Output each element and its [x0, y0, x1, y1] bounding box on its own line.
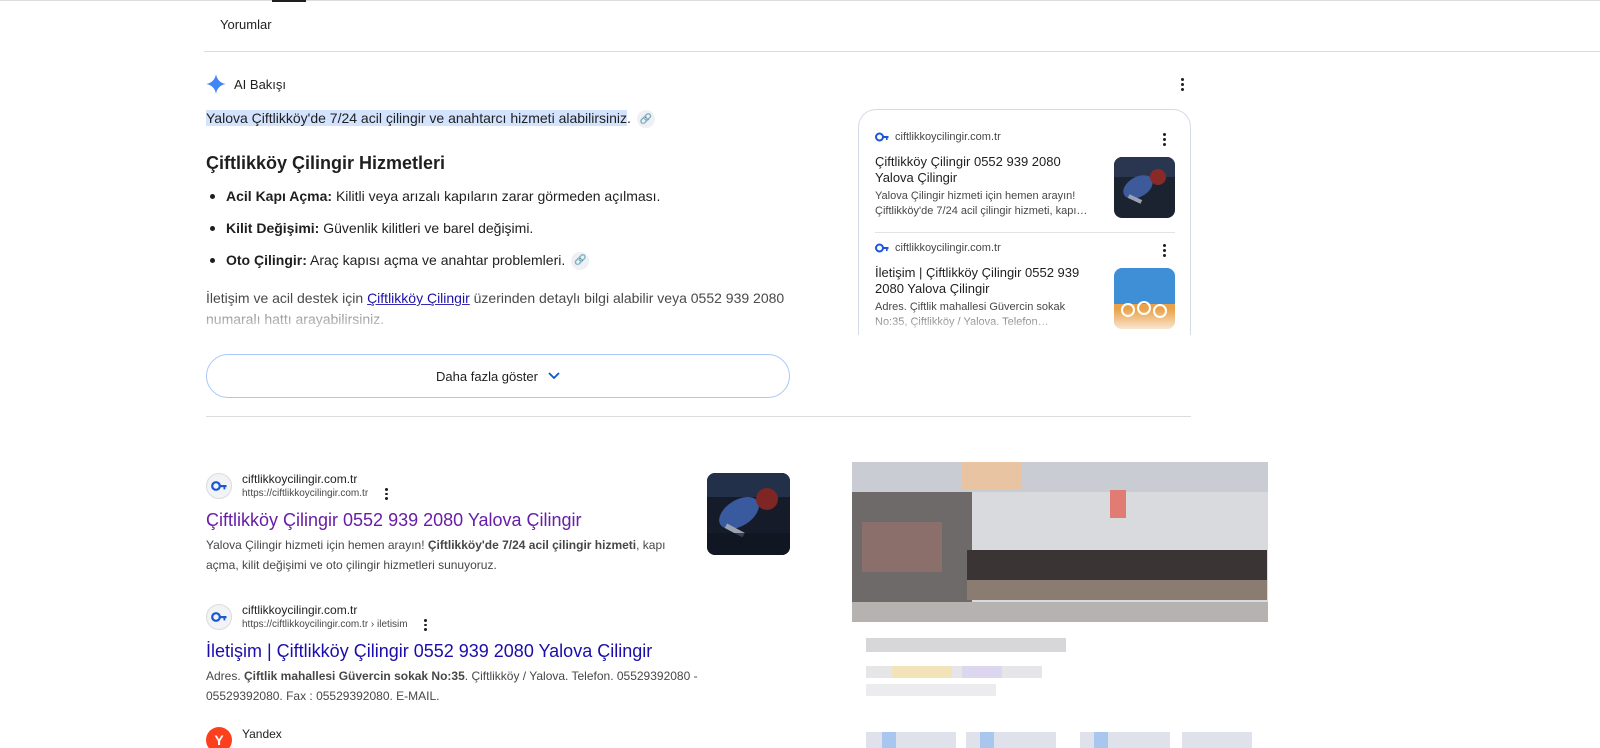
- bullet-label: Kilit Değişimi:: [226, 220, 320, 236]
- knowledge-panel-blurred-image: [852, 462, 1268, 748]
- bullet-label: Oto Çilingir:: [226, 252, 307, 268]
- result-menu-icon[interactable]: [422, 619, 430, 632]
- ai-intro-period: .: [627, 110, 631, 126]
- citation-link-icon[interactable]: 🔗: [571, 252, 590, 271]
- bullet-label: Acil Kapı Açma:: [226, 188, 333, 204]
- ai-overview-header: AI Bakışı: [206, 74, 286, 94]
- search-result: ciftlikkoycilingir.com.tr https://ciftli…: [206, 602, 796, 706]
- snippet-text: Yalova Çilingir hizmeti için hemen arayı…: [206, 538, 428, 552]
- citation-link-icon[interactable]: 🔗: [636, 110, 655, 129]
- sources-fade-overlay: [859, 309, 1190, 335]
- source-menu-icon[interactable]: [1159, 243, 1169, 257]
- ai-intro-text: Yalova Çiftlikköy'de 7/24 acil çilingir …: [206, 110, 655, 129]
- tabs-divider: [204, 51, 1600, 52]
- result-site-name: ciftlikkoycilingir.com.tr: [242, 472, 358, 486]
- snippet-bold: Çiftlik mahallesi Güvercin sokak No:35: [244, 669, 465, 683]
- list-item: Acil Kapı Açma: Kilitli veya arızalı kap…: [206, 186, 660, 218]
- bullet-text: Kilitli veya arızalı kapıların zarar gör…: [332, 188, 661, 204]
- source-snippet: Yalova Çilingir hizmeti için hemen arayı…: [875, 190, 1088, 217]
- key-favicon-icon: [875, 130, 889, 144]
- source-site: ciftlikkoycilingir.com.tr: [895, 242, 1001, 254]
- tab-reviews[interactable]: Yorumlar: [220, 17, 272, 32]
- chevron-down-icon: [548, 372, 560, 380]
- result-snippet: Yalova Çilingir hizmeti için hemen arayı…: [206, 535, 696, 575]
- source-site: ciftlikkoycilingir.com.tr: [895, 131, 1001, 143]
- ai-sources-card: ciftlikkoycilingir.com.tr Çiftlikköy Çil…: [858, 109, 1191, 335]
- ai-intro-highlight: Yalova Çiftlikköy'de 7/24 acil çilingir …: [206, 110, 628, 126]
- search-result-yandex: Y Yandex: [206, 727, 282, 748]
- result-site-name: ciftlikkoycilingir.com.tr: [242, 603, 358, 617]
- source-thumbnail-locksmith: [1114, 157, 1175, 218]
- key-favicon-icon: [875, 241, 889, 255]
- result-url: https://ciftlikkoycilingir.com.tr: [242, 488, 369, 499]
- bullet-text: Güvenlik kilitleri ve barel değişimi.: [319, 220, 534, 236]
- show-more-button[interactable]: Daha fazla göster: [206, 354, 790, 398]
- source-menu-icon[interactable]: [1159, 132, 1169, 146]
- pixelated-image-icon: [852, 462, 1268, 748]
- ai-bullet-list: Acil Kapı Açma: Kilitli veya arızalı kap…: [206, 186, 660, 282]
- ai-sparkle-icon: [206, 74, 226, 94]
- ai-overview-menu-icon[interactable]: [1174, 74, 1190, 94]
- ai-overview-label: AI Bakışı: [234, 76, 287, 92]
- result-thumbnail-locksmith[interactable]: [707, 473, 790, 555]
- key-favicon-icon: [206, 473, 232, 499]
- source-title: İletişim | Çiftlikköy Çilingir 0552 939 …: [875, 265, 1080, 296]
- show-more-label: Daha fazla göster: [436, 368, 538, 384]
- text-fade-overlay: [206, 300, 806, 332]
- top-divider: [0, 0, 1600, 1]
- active-tab-indicator: [272, 0, 306, 2]
- result-site-name: Yandex: [242, 727, 282, 741]
- source-title: Çiftlikköy Çilingir 0552 939 2080 Yalova…: [875, 154, 1061, 185]
- bullet-text: Araç kapısı açma ve anahtar problemleri.: [306, 252, 566, 268]
- result-url: https://ciftlikkoycilingir.com.tr › ilet…: [242, 619, 408, 630]
- result-menu-icon[interactable]: [382, 488, 390, 501]
- key-favicon-icon: [206, 604, 232, 630]
- source-divider: [875, 232, 1175, 233]
- list-item: Kilit Değişimi: Güvenlik kilitleri ve ba…: [206, 218, 660, 250]
- snippet-text: Adres.: [206, 669, 245, 683]
- list-item: Oto Çilingir: Araç kapısı açma ve anahta…: [206, 250, 660, 282]
- source-card-item[interactable]: ciftlikkoycilingir.com.tr Çiftlikköy Çil…: [875, 130, 1175, 219]
- snippet-bold: Çiftlikköy'de 7/24 acil çilingir hizmeti: [427, 538, 637, 552]
- result-snippet: Adres. Çiftlik mahallesi Güvercin sokak …: [206, 666, 736, 706]
- result-title-link[interactable]: İletişim | Çiftlikköy Çilingir 0552 939 …: [206, 640, 796, 662]
- ai-section-heading: Çiftlikköy Çilingir Hizmetleri: [206, 153, 446, 173]
- yandex-favicon-icon: Y: [206, 727, 232, 748]
- section-divider: [206, 416, 1191, 417]
